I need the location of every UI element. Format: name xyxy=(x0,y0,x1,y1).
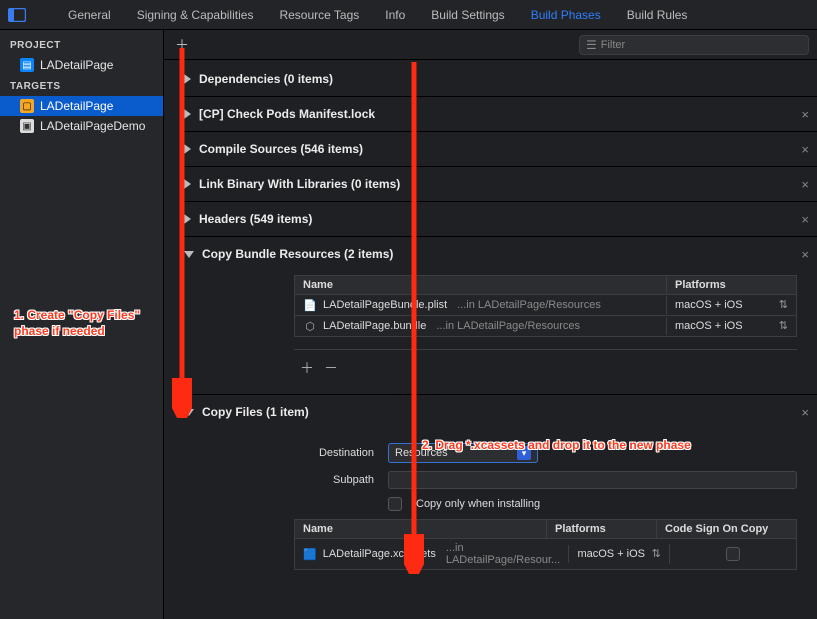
disclosure-icon[interactable] xyxy=(184,74,191,84)
phase-dependencies[interactable]: Dependencies (0 items) xyxy=(180,62,817,97)
copy-only-checkbox[interactable] xyxy=(388,497,402,511)
phases-list: Dependencies (0 items) [CP] Check Pods M… xyxy=(164,60,817,619)
file-path: ...in LADetailPage/Resources xyxy=(436,320,580,332)
phase-title: Compile Sources (546 items) xyxy=(199,142,363,156)
subpath-row: Subpath xyxy=(294,471,797,489)
framework-icon: ▢ xyxy=(20,99,34,113)
target-sidebar: PROJECT ▤ LADetailPage TARGETS ▢ LADetai… xyxy=(0,30,164,619)
copy-only-row: Copy only when installing xyxy=(294,497,797,511)
file-path: ...in LADetailPage/Resources xyxy=(457,299,601,311)
file-name: LADetailPage.xcassets xyxy=(323,548,436,560)
disclosure-icon[interactable] xyxy=(184,179,191,189)
destination-select[interactable]: Resources ▾ xyxy=(388,443,538,463)
disclosure-icon[interactable] xyxy=(184,409,194,416)
add-phase-button[interactable]: ＋ xyxy=(172,35,192,55)
tab-general[interactable]: General xyxy=(68,8,111,22)
filter-icon: ☰ xyxy=(586,38,597,52)
xcodeproj-icon: ▤ xyxy=(20,58,34,72)
table-row[interactable]: 🟦 LADetailPage.xcassets ...in LADetailPa… xyxy=(294,539,797,570)
row-toolbar: ＋ － xyxy=(294,349,797,380)
code-sign-checkbox[interactable] xyxy=(726,547,740,561)
disclosure-icon[interactable] xyxy=(184,144,191,154)
platforms-value: macOS + iOS xyxy=(675,299,743,311)
col-platforms: Platforms xyxy=(666,276,796,294)
col-name: Name xyxy=(295,520,546,538)
phase-title: Copy Files (1 item) xyxy=(202,405,309,419)
phase-cp-pods[interactable]: [CP] Check Pods Manifest.lock × xyxy=(180,97,817,132)
sidebar-target-label: LADetailPage xyxy=(40,99,113,113)
file-path: ...in LADetailPage/Resour... xyxy=(446,542,561,566)
phase-title: Link Binary With Libraries (0 items) xyxy=(199,177,400,191)
copy-files-body: Destination Resources ▾ Subpath Copy onl… xyxy=(294,443,797,570)
add-item-button[interactable]: ＋ xyxy=(300,358,314,378)
destination-label: Destination xyxy=(294,447,374,459)
destination-row: Destination Resources ▾ xyxy=(294,443,797,463)
target-tabs: General Signing & Capabilities Resource … xyxy=(28,8,817,22)
platforms-value: macOS + iOS xyxy=(675,320,743,332)
subpath-label: Subpath xyxy=(294,474,374,486)
sidebar-target-ladetailpage[interactable]: ▢ LADetailPage xyxy=(0,96,163,116)
phase-headers[interactable]: Headers (549 items) × xyxy=(180,202,817,237)
filter-input[interactable] xyxy=(601,39,802,51)
table-row[interactable]: ⬡ LADetailPage.bundle ...in LADetailPage… xyxy=(294,316,797,337)
phase-link-binary[interactable]: Link Binary With Libraries (0 items) × xyxy=(180,167,817,202)
remove-phase-button[interactable]: × xyxy=(801,212,809,227)
phase-compile-sources[interactable]: Compile Sources (546 items) × xyxy=(180,132,817,167)
app-icon: ▣ xyxy=(20,119,34,133)
phase-title: Copy Bundle Resources (2 items) xyxy=(202,247,393,261)
phases-toolbar: ＋ ☰ xyxy=(164,30,817,60)
build-phases-panel: ＋ ☰ Dependencies (0 items) [CP] Check Po… xyxy=(164,30,817,619)
filter-field[interactable]: ☰ xyxy=(579,35,809,55)
col-code-sign: Code Sign On Copy xyxy=(656,520,796,538)
remove-phase-button[interactable]: × xyxy=(801,107,809,122)
copy-files-header: Name Platforms Code Sign On Copy xyxy=(294,519,797,539)
phase-copy-files[interactable]: Copy Files (1 item) × Destination Resour… xyxy=(180,395,817,584)
plist-icon: 📄 xyxy=(303,298,317,312)
remove-phase-button[interactable]: × xyxy=(801,405,809,420)
disclosure-icon[interactable] xyxy=(184,214,191,224)
col-name: Name xyxy=(295,276,666,294)
col-platforms: Platforms xyxy=(546,520,656,538)
bundle-icon: ⬡ xyxy=(303,319,317,333)
phase-title: Headers (549 items) xyxy=(199,212,312,226)
file-name: LADetailPage.bundle xyxy=(323,320,426,332)
copy-only-label: Copy only when installing xyxy=(416,498,540,510)
sidebar-project-heading: PROJECT xyxy=(0,34,163,55)
sidebar-toggle-icon[interactable] xyxy=(6,6,28,24)
sidebar-targets-heading: TARGETS xyxy=(0,75,163,96)
file-name: LADetailPageBundle.plist xyxy=(323,299,447,311)
remove-phase-button[interactable]: × xyxy=(801,247,809,262)
tab-info[interactable]: Info xyxy=(385,8,405,22)
tab-resource-tags[interactable]: Resource Tags xyxy=(279,8,359,22)
sidebar-project-item[interactable]: ▤ LADetailPage xyxy=(0,55,163,75)
xcassets-icon: 🟦 xyxy=(303,547,317,561)
tab-signing[interactable]: Signing & Capabilities xyxy=(137,8,254,22)
remove-item-button[interactable]: － xyxy=(324,358,338,378)
tab-build-rules[interactable]: Build Rules xyxy=(627,8,688,22)
disclosure-icon[interactable] xyxy=(184,251,194,258)
editor-tabbar: General Signing & Capabilities Resource … xyxy=(0,0,817,30)
phase-title: [CP] Check Pods Manifest.lock xyxy=(199,107,375,121)
phase-title: Dependencies (0 items) xyxy=(199,72,333,86)
subpath-input[interactable] xyxy=(388,471,797,489)
remove-phase-button[interactable]: × xyxy=(801,142,809,157)
platforms-value: macOS + iOS xyxy=(577,548,645,560)
sidebar-target-ladetailpagedemo[interactable]: ▣ LADetailPageDemo xyxy=(0,116,163,136)
chevron-updown-icon: ▾ xyxy=(517,446,531,460)
destination-value: Resources xyxy=(395,447,448,459)
copy-bundle-body: Name Platforms 📄 LADetailPageBundle.plis… xyxy=(294,275,797,380)
copy-bundle-header: Name Platforms xyxy=(294,275,797,295)
sidebar-project-label: LADetailPage xyxy=(40,58,113,72)
table-row[interactable]: 📄 LADetailPageBundle.plist ...in LADetai… xyxy=(294,295,797,316)
tab-build-phases[interactable]: Build Phases xyxy=(531,8,601,22)
phase-copy-bundle-resources[interactable]: Copy Bundle Resources (2 items) × Name P… xyxy=(180,237,817,395)
remove-phase-button[interactable]: × xyxy=(801,177,809,192)
disclosure-icon[interactable] xyxy=(184,109,191,119)
sidebar-target-label: LADetailPageDemo xyxy=(40,119,145,133)
tab-build-settings[interactable]: Build Settings xyxy=(431,8,504,22)
